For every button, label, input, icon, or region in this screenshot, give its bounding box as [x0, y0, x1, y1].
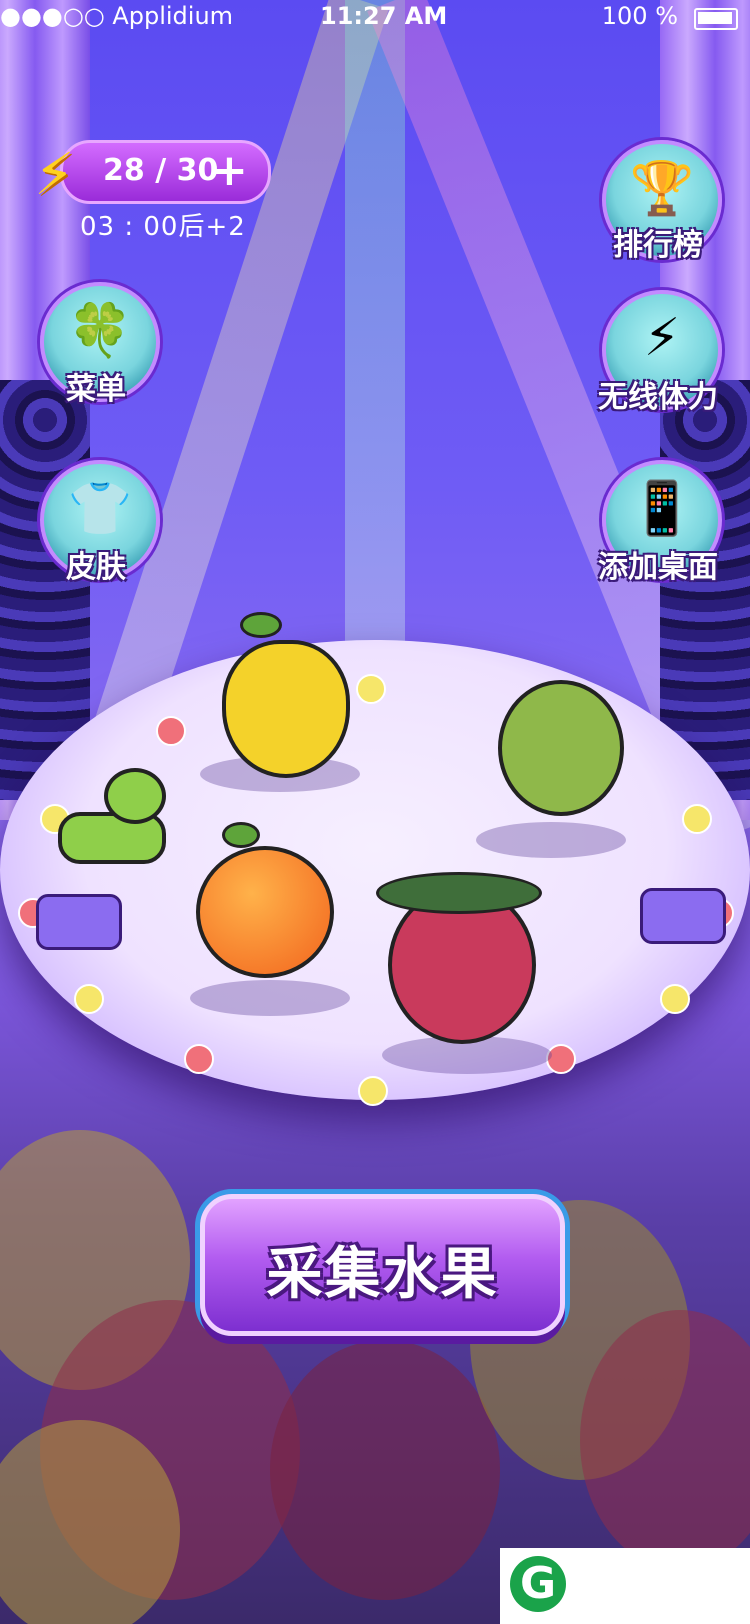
energy-value: 28 / 30: [103, 153, 219, 188]
game-stage: ●●●○○ Applidium 11:27 AM 100 % 28 / 30 +…: [0, 0, 750, 1624]
clock: 11:27 AM: [320, 2, 448, 30]
character-shadow: [190, 980, 350, 1016]
stage-light: [156, 716, 186, 746]
spotlight-right: [640, 888, 726, 944]
add-energy-button[interactable]: +: [211, 145, 248, 196]
character-shadow: [476, 822, 626, 858]
lychee-leaves-icon: [376, 872, 542, 914]
unlimited-stamina-label: 无线体力: [598, 380, 718, 415]
skin-label: 皮肤: [66, 550, 126, 585]
collect-fruit-button[interactable]: 采集水果: [200, 1194, 565, 1336]
fruit-pile: [270, 1340, 500, 1600]
battery-label: 100 %: [601, 2, 678, 30]
stage-light: [184, 1044, 214, 1074]
trophy-icon: 🏆: [629, 159, 695, 219]
clover-icon: 🍀: [67, 301, 133, 361]
durian-character[interactable]: [498, 680, 624, 816]
collect-fruit-label: 采集水果: [266, 1242, 499, 1307]
phone-icon: 📱: [629, 479, 695, 539]
add-to-desktop-label: 添加桌面: [598, 550, 718, 585]
stage-light: [74, 984, 104, 1014]
carrier-label: ●●●○○ Applidium: [0, 2, 234, 30]
stage-light: [356, 674, 386, 704]
pear-character[interactable]: [222, 640, 350, 778]
orange-character[interactable]: [196, 846, 334, 978]
tshirt-icon: 👕: [67, 479, 133, 539]
caterpillar-head: [104, 768, 166, 824]
status-bar: ●●●○○ Applidium 11:27 AM 100 %: [0, 0, 750, 36]
energy-timer: 03 : 00后+2: [80, 212, 246, 242]
stage-light: [358, 1076, 388, 1106]
logo-g-icon: G: [510, 1556, 566, 1612]
energy-bar: 28 / 30 +: [60, 140, 271, 204]
lightning-icon: ⚡: [643, 308, 681, 368]
stage-light: [682, 804, 712, 834]
leaderboard-label: 排行榜: [613, 228, 703, 263]
menu-label: 菜单: [66, 372, 126, 407]
lightning-icon: ⚡: [34, 140, 75, 208]
pear-leaf-icon: [240, 612, 282, 638]
stage-light: [660, 984, 690, 1014]
orange-leaf-icon: [222, 822, 260, 848]
battery-icon: [694, 8, 738, 30]
stage-platform: [0, 640, 750, 1100]
stage-light: [546, 1044, 576, 1074]
watermark-logo: G: [500, 1548, 750, 1624]
spotlight-left: [36, 894, 122, 950]
